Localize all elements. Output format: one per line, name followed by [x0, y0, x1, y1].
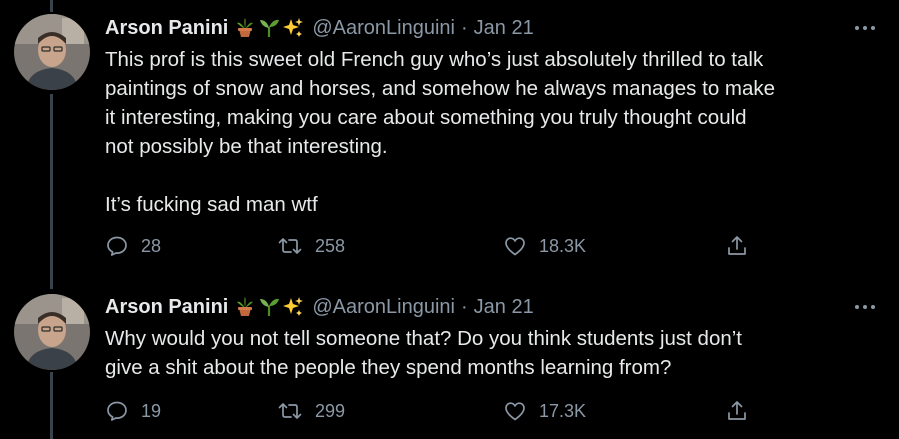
- seedling-emoji-icon: [258, 296, 280, 318]
- more-options-icon[interactable]: [851, 18, 879, 38]
- retweet-count: 258: [315, 235, 346, 256]
- tweet[interactable]: Arson Panini: [0, 0, 899, 280]
- like-count: 18.3K: [539, 235, 587, 256]
- author-name[interactable]: Arson Panini: [105, 296, 228, 319]
- heart-icon: [503, 234, 539, 258]
- tweet-header: Arson Panini @AaronLinguini · Jan 21: [105, 15, 534, 41]
- retweet-button[interactable]: 258: [277, 231, 345, 261]
- reply-icon: [105, 234, 141, 258]
- tweet-text: This prof is this sweet old French guy w…: [105, 48, 776, 216]
- sparkles-emoji-icon: [282, 17, 304, 39]
- like-count: 17.3K: [539, 400, 587, 421]
- name-emojis: [234, 17, 304, 39]
- share-button[interactable]: [725, 231, 761, 261]
- reply-button[interactable]: 19: [105, 396, 161, 426]
- author-handle[interactable]: @AaronLinguini: [312, 17, 455, 40]
- tweet-header: Arson Panini @AaronLinguini · Jan 21: [105, 294, 534, 320]
- tweet-text: Why would you not tell someone that? Do …: [105, 327, 743, 379]
- retweet-icon: [277, 234, 315, 258]
- separator-dot: ·: [460, 295, 468, 318]
- avatar[interactable]: [14, 294, 90, 370]
- more-options-icon[interactable]: [851, 297, 879, 317]
- share-button[interactable]: [725, 396, 761, 426]
- share-icon: [725, 399, 761, 423]
- retweet-button[interactable]: 299: [277, 396, 345, 426]
- seedling-emoji-icon: [258, 17, 280, 39]
- reply-count: 28: [141, 235, 162, 256]
- author-handle[interactable]: @AaronLinguini: [312, 296, 455, 319]
- share-icon: [725, 234, 761, 258]
- tweet-date[interactable]: Jan 21: [474, 296, 534, 319]
- reply-icon: [105, 399, 141, 423]
- tweet-actions: 19 299 17.3K: [105, 396, 765, 426]
- separator-dot: ·: [460, 16, 468, 39]
- retweet-icon: [277, 399, 315, 423]
- potted-plant-emoji-icon: [234, 296, 256, 318]
- author-name[interactable]: Arson Panini: [105, 17, 228, 40]
- tweet-date[interactable]: Jan 21: [474, 17, 534, 40]
- like-button[interactable]: 17.3K: [503, 396, 586, 426]
- like-button[interactable]: 18.3K: [503, 231, 586, 261]
- retweet-count: 299: [315, 400, 346, 421]
- heart-icon: [503, 399, 539, 423]
- avatar[interactable]: [14, 14, 90, 90]
- tweet-actions: 28 258 18.3K: [105, 231, 765, 261]
- reply-button[interactable]: 28: [105, 231, 161, 261]
- reply-count: 19: [141, 400, 162, 421]
- tweet[interactable]: Arson Panini: [0, 282, 899, 439]
- name-emojis: [234, 296, 304, 318]
- sparkles-emoji-icon: [282, 296, 304, 318]
- potted-plant-emoji-icon: [234, 17, 256, 39]
